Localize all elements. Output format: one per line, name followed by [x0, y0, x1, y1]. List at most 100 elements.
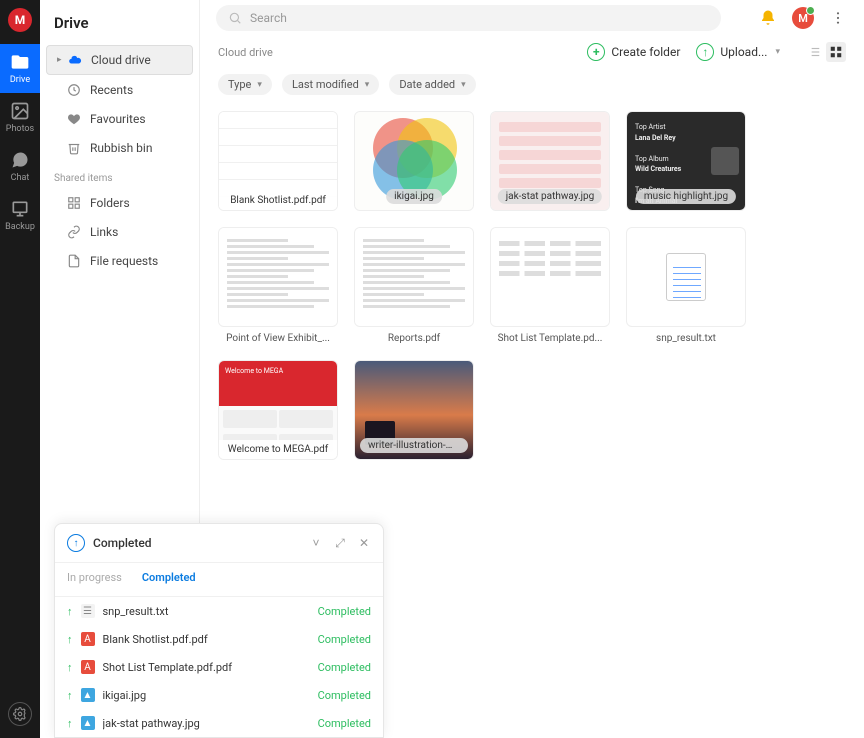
- transfer-filename: Shot List Template.pdf.pdf: [103, 661, 310, 674]
- file-thumbnail: Blank Shotlist.pdf.pdf: [218, 111, 338, 211]
- popout-button[interactable]: ⤢: [333, 536, 347, 550]
- view-toggle: [804, 42, 846, 62]
- file-card[interactable]: Reports.pdf: [354, 227, 474, 344]
- page-title: Drive: [40, 0, 199, 44]
- settings-gear-icon[interactable]: [8, 702, 32, 726]
- search-icon: [228, 11, 242, 25]
- chat-icon: [10, 150, 30, 170]
- notifications-bell-icon[interactable]: [758, 8, 778, 28]
- upload-arrow-icon: ↑: [67, 661, 73, 674]
- folders-icon: [66, 195, 82, 211]
- app-rail: M DrivePhotosChatBackup: [0, 0, 40, 738]
- file-thumbnail: ikigai.jpg: [354, 111, 474, 211]
- file-thumbnail: Welcome to MEGAWelcome to MEGA.pdf: [218, 360, 338, 460]
- transfer-status: Completed: [318, 689, 371, 702]
- file-thumbnail: [626, 227, 746, 327]
- transfer-status: Completed: [318, 605, 371, 618]
- filter-chip-date-added[interactable]: Date added▾: [389, 74, 475, 95]
- topbar: Search M: [200, 0, 864, 36]
- upload-circle-icon: ↑: [67, 534, 85, 552]
- rubbish-icon: [66, 140, 82, 156]
- rail-item-backup[interactable]: Backup: [0, 191, 40, 240]
- sidebar-item-favourites[interactable]: Favourites: [46, 105, 193, 133]
- create-folder-button[interactable]: + Create folder: [587, 43, 680, 61]
- file-thumbnail: Top ArtistLana Del ReyTop AlbumWild Crea…: [626, 111, 746, 211]
- chevron-down-icon: ▾: [365, 80, 370, 90]
- plus-icon: +: [587, 43, 605, 61]
- sidebar-item-links[interactable]: Links: [46, 218, 193, 246]
- links-icon: [66, 224, 82, 240]
- chevron-down-icon: ▾: [775, 47, 780, 57]
- file-name: Welcome to MEGA.pdf: [219, 440, 337, 459]
- breadcrumb[interactable]: Cloud drive: [218, 46, 273, 59]
- filetype-icon: ▲: [81, 716, 95, 730]
- backup-icon: [10, 199, 30, 219]
- file-card[interactable]: jak-stat pathway.jpg: [490, 111, 610, 211]
- list-view-button[interactable]: [804, 42, 824, 62]
- sidebar-item-cloud[interactable]: ▸Cloud drive: [46, 45, 193, 75]
- file-card[interactable]: writer-illustration-mid...: [354, 360, 474, 460]
- sidebar-item-filereq[interactable]: File requests: [46, 247, 193, 275]
- chevron-right-icon: ▸: [57, 55, 67, 65]
- search-input[interactable]: Search: [216, 5, 721, 31]
- file-name: Reports.pdf: [354, 333, 474, 344]
- upload-arrow-icon: ↑: [67, 605, 73, 618]
- file-thumbnail: [354, 227, 474, 327]
- mega-logo[interactable]: M: [8, 8, 32, 32]
- file-thumbnail: [218, 227, 338, 327]
- sidebar-item-recents[interactable]: Recents: [46, 76, 193, 104]
- transfer-rows: ↑ ☰ snp_result.txt Completed ↑ A Blank Shotlis…: [55, 597, 383, 737]
- file-card[interactable]: snp_result.txt: [626, 227, 746, 344]
- filetype-icon: A: [81, 660, 95, 674]
- sidebar-item-rubbish[interactable]: Rubbish bin: [46, 134, 193, 162]
- transfer-row[interactable]: ↑ A Blank Shotlist.pdf.pdf Completed: [55, 625, 383, 653]
- close-button[interactable]: ✕: [357, 536, 371, 550]
- user-avatar[interactable]: M: [792, 7, 814, 29]
- file-thumbnail: writer-illustration-mid...: [354, 360, 474, 460]
- filetype-icon: A: [81, 632, 95, 646]
- breadcrumb-row: Cloud drive + Create folder ↑ Upload... …: [200, 36, 864, 68]
- filter-chip-type[interactable]: Type▾: [218, 74, 272, 95]
- transfer-row[interactable]: ↑ ▲ ikigai.jpg Completed: [55, 681, 383, 709]
- filter-chip-last-modified[interactable]: Last modified▾: [282, 74, 379, 95]
- recents-icon: [66, 82, 82, 98]
- transfer-filename: ikigai.jpg: [103, 689, 310, 702]
- upload-button[interactable]: ↑ Upload... ▾: [696, 43, 780, 61]
- transfer-panel-title: Completed: [93, 536, 152, 550]
- overflow-menu-icon[interactable]: [828, 8, 848, 28]
- file-name: Shot List Template.pd...: [490, 333, 610, 344]
- grid-view-button[interactable]: [826, 42, 846, 62]
- transfer-row[interactable]: ↑▲jak-stat pathway.jpgCompleted: [55, 709, 383, 737]
- filetype-icon: ▲: [81, 688, 95, 702]
- transfer-status: Completed: [318, 633, 371, 646]
- tab-completed[interactable]: Completed: [142, 571, 196, 588]
- file-name: Point of View Exhibit_...: [218, 333, 338, 344]
- tab-in-progress[interactable]: In progress: [67, 571, 122, 588]
- file-card[interactable]: Blank Shotlist.pdf.pdf: [218, 111, 338, 211]
- rail-item-drive[interactable]: Drive: [0, 44, 40, 93]
- cloud-icon: [67, 52, 83, 68]
- file-card[interactable]: ikigai.jpg: [354, 111, 474, 211]
- filetype-icon: ☰: [81, 604, 95, 618]
- minimize-button[interactable]: ˅: [309, 536, 323, 550]
- transfer-filename: snp_result.txt: [103, 605, 310, 618]
- file-name: Blank Shotlist.pdf.pdf: [219, 191, 337, 210]
- drive-icon: [10, 52, 30, 72]
- sidebar-item-folders[interactable]: Folders: [46, 189, 193, 217]
- transfer-filename: Blank Shotlist.pdf.pdf: [103, 633, 310, 646]
- file-card[interactable]: Point of View Exhibit_...: [218, 227, 338, 344]
- rail-item-chat[interactable]: Chat: [0, 142, 40, 191]
- file-name: music highlight.jpg: [636, 189, 736, 204]
- upload-arrow-icon: ↑: [67, 689, 73, 702]
- upload-arrow-icon: ↑: [67, 633, 73, 646]
- file-card[interactable]: Welcome to MEGAWelcome to MEGA.pdf: [218, 360, 338, 460]
- file-name: writer-illustration-mid...: [360, 438, 468, 453]
- file-thumbnail: [490, 227, 610, 327]
- transfer-row[interactable]: ↑ A Shot List Template.pdf.pdf Completed: [55, 653, 383, 681]
- file-card[interactable]: Top ArtistLana Del ReyTop AlbumWild Crea…: [626, 111, 746, 211]
- file-card[interactable]: Shot List Template.pd...: [490, 227, 610, 344]
- transfer-row[interactable]: ↑ ☰ snp_result.txt Completed: [55, 597, 383, 625]
- transfer-panel-header: ↑ Completed ˅ ⤢ ✕: [55, 524, 383, 563]
- rail-item-photos[interactable]: Photos: [0, 93, 40, 142]
- transfer-status: Completed: [318, 661, 371, 674]
